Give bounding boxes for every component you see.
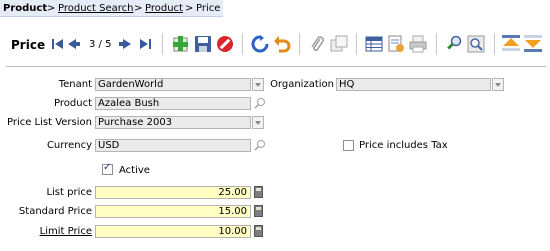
refresh-icon[interactable]: [250, 34, 270, 54]
report-icon[interactable]: [386, 34, 406, 54]
active-checkbox[interactable]: [102, 162, 113, 175]
toolbar-divider: [494, 33, 495, 55]
calculator-icon[interactable]: [254, 186, 263, 198]
search-icon[interactable]: [254, 139, 266, 151]
product-label: Product: [54, 98, 92, 109]
toolbar-divider: [162, 33, 163, 55]
price-list-version-field[interactable]: Purchase 2003: [95, 116, 251, 129]
grid-toggle-icon[interactable]: [364, 34, 384, 54]
previous-record-icon[interactable]: [64, 34, 84, 54]
tenant-label: Tenant: [58, 79, 92, 90]
print-icon[interactable]: [408, 34, 428, 54]
toolbar: Price 3 / 5: [0, 26, 550, 62]
toolbar-divider: [242, 33, 243, 55]
calculator-icon[interactable]: [254, 205, 263, 217]
parent-record-icon[interactable]: [501, 34, 521, 54]
breadcrumb-product-search[interactable]: Product Search: [58, 3, 134, 14]
standard-price-field[interactable]: 15.00: [95, 205, 251, 218]
record-navigator: 3 / 5: [89, 39, 112, 50]
price-list-version-dropdown-icon[interactable]: [252, 116, 264, 129]
tenant-field[interactable]: GardenWorld: [95, 78, 251, 91]
currency-label: Currency: [46, 140, 92, 151]
breadcrumb-current: Price: [196, 3, 221, 14]
price-includes-tax-checkbox[interactable]: [343, 140, 354, 151]
product-field[interactable]: Azalea Bush: [95, 97, 251, 110]
toolbar-divider-line: [6, 66, 546, 67]
breadcrumb: Product > Product Search > Product > Pri…: [0, 0, 550, 17]
breadcrumb-separator: >: [134, 3, 143, 14]
zoom-icon[interactable]: [466, 34, 486, 54]
calculator-icon[interactable]: [254, 225, 263, 237]
undo-icon[interactable]: [272, 34, 292, 54]
limit-price-label[interactable]: Limit Price: [40, 226, 92, 237]
copy-icon[interactable]: [329, 34, 349, 54]
last-record-icon[interactable]: [135, 34, 155, 54]
breadcrumb-product[interactable]: Product: [145, 3, 183, 14]
toolbar-divider: [436, 33, 437, 55]
next-record-icon[interactable]: [115, 34, 135, 54]
list-price-field[interactable]: 25.00: [95, 186, 251, 199]
standard-price-label: Standard Price: [18, 206, 92, 217]
breadcrumb-root: Product: [3, 3, 48, 14]
attachment-icon[interactable]: [307, 34, 327, 54]
detail-record-icon[interactable]: [523, 34, 543, 54]
price-includes-tax-label: Price includes Tax: [359, 140, 448, 151]
new-record-icon[interactable]: [171, 34, 191, 54]
tenant-dropdown-icon[interactable]: [252, 78, 264, 91]
find-icon[interactable]: [444, 34, 464, 54]
toolbar-divider: [356, 33, 357, 55]
active-label: Active: [119, 165, 150, 176]
currency-field[interactable]: USD: [95, 139, 251, 152]
breadcrumb-separator: >: [185, 3, 194, 14]
organization-label: Organization: [270, 79, 334, 90]
toolbar-divider: [299, 33, 300, 55]
organization-field[interactable]: HQ: [336, 78, 491, 91]
page-title: Price: [11, 38, 46, 52]
delete-icon[interactable]: [215, 34, 235, 54]
breadcrumb-separator: >: [47, 3, 56, 14]
price-list-version-label: Price List Version: [6, 117, 92, 128]
search-icon[interactable]: [254, 97, 266, 109]
list-price-label: List price: [46, 187, 92, 198]
save-icon[interactable]: [193, 34, 213, 54]
limit-price-field[interactable]: 10.00: [95, 225, 251, 238]
organization-dropdown-icon[interactable]: [492, 78, 504, 91]
